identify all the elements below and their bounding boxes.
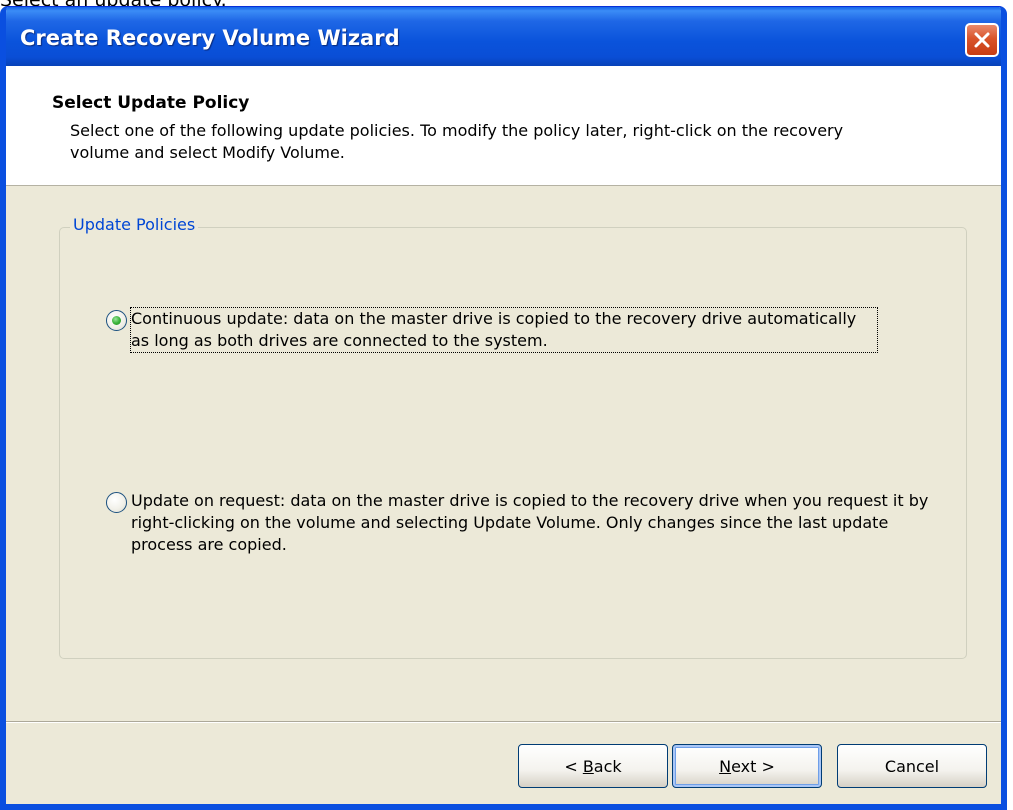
title-bar[interactable]: Create Recovery Volume Wizard bbox=[6, 7, 1001, 66]
option-label-continuous[interactable]: Continuous update: data on the master dr… bbox=[130, 307, 878, 353]
page-description: Select one of the following update polic… bbox=[70, 121, 844, 162]
window-title: Create Recovery Volume Wizard bbox=[20, 26, 400, 50]
group-legend: Update Policies bbox=[70, 215, 199, 234]
radio-continuous-update[interactable] bbox=[106, 310, 127, 331]
next-button[interactable]: Next > bbox=[672, 744, 822, 788]
option-continuous-update[interactable]: Continuous update: data on the master dr… bbox=[106, 307, 886, 353]
radio-selected-dot bbox=[112, 316, 121, 325]
back-rest: ack bbox=[593, 756, 622, 776]
option-label-on-request[interactable]: Update on request: data on the master dr… bbox=[131, 490, 943, 556]
next-rest: ext > bbox=[731, 756, 775, 776]
back-button[interactable]: < Back bbox=[518, 744, 668, 788]
page-title: Select Update Policy bbox=[52, 93, 250, 113]
wizard-header: Select Update Policy Select one of the f… bbox=[6, 66, 1001, 186]
button-divider bbox=[6, 721, 1001, 723]
cancel-button[interactable]: Cancel bbox=[837, 744, 987, 788]
close-icon bbox=[974, 32, 990, 48]
close-button[interactable] bbox=[965, 23, 999, 57]
radio-update-on-request[interactable] bbox=[106, 492, 127, 513]
wizard-window: Create Recovery Volume Wizard Select Upd… bbox=[0, 6, 1007, 810]
back-prefix: < bbox=[564, 756, 583, 776]
update-policies-group: Update Policies Continuous update: data … bbox=[59, 215, 967, 659]
option-update-on-request[interactable]: Update on request: data on the master dr… bbox=[106, 490, 946, 556]
back-mnemonic: B bbox=[582, 756, 594, 776]
next-mnemonic: N bbox=[719, 756, 732, 776]
